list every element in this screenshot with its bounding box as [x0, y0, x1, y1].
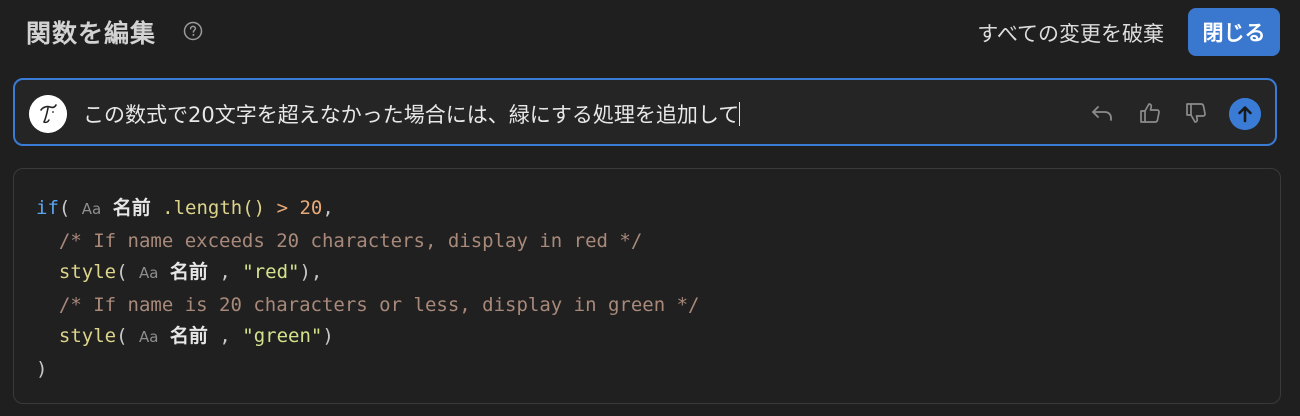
comma: ,: [219, 261, 231, 283]
page-title: 関数を編集: [26, 19, 157, 48]
string-literal: "red": [242, 261, 300, 283]
comment: /* If name exceeds 20 characters, displa…: [58, 229, 643, 252]
close-button[interactable]: 閉じる: [1188, 8, 1280, 56]
discard-all-changes-button[interactable]: すべての変更を破棄: [977, 18, 1164, 48]
paren-close: ),: [299, 261, 323, 283]
paren-open: (: [116, 261, 128, 283]
edit-function-panel: 関数を編集 すべての変更を破棄 閉じる この数式で20文字を超えなかった場合には…: [0, 0, 1300, 416]
header: 関数を編集 すべての変更を破棄 閉じる: [0, 0, 1300, 66]
thumbs-up-icon[interactable]: [1137, 100, 1163, 126]
text-caret: [739, 102, 741, 126]
paren-open: (: [116, 325, 128, 347]
text-property-icon: Aa: [139, 328, 159, 346]
paren-close: ): [322, 325, 334, 347]
code-line-3: style( Aa 名前 , "red"),: [36, 261, 322, 283]
property-token[interactable]: 名前: [170, 261, 208, 283]
paren-open: (: [58, 197, 71, 219]
question-circle-icon[interactable]: [183, 21, 203, 41]
code-line-4: /* If name is 20 characters or less, dis…: [36, 293, 700, 316]
prompt-text-value: この数式で20文字を超えなかった場合には、緑にする処理を追加して: [83, 103, 740, 127]
comment: /* If name is 20 characters or less, dis…: [58, 293, 700, 316]
user-avatar-icon: [29, 95, 67, 133]
code-editor[interactable]: if( Aa 名前 .length() > 20, /* If name exc…: [13, 168, 1281, 404]
comma: ,: [219, 325, 231, 347]
operator-gt: >: [276, 197, 289, 219]
thumbs-down-icon[interactable]: [1183, 100, 1209, 126]
formula-code[interactable]: if( Aa 名前 .length() > 20, /* If name exc…: [36, 193, 699, 385]
code-line-6: ): [36, 357, 48, 380]
undo-icon[interactable]: [1089, 100, 1115, 126]
code-line-1: if( Aa 名前 .length() > 20,: [36, 197, 334, 219]
code-line-5: style( Aa 名前 , "green"): [36, 325, 334, 347]
function-style: style: [58, 325, 117, 347]
keyword-if: if: [36, 197, 59, 219]
send-arrow-up-icon[interactable]: [1229, 98, 1261, 130]
ai-prompt-input[interactable]: この数式で20文字を超えなかった場合には、緑にする処理を追加して: [13, 78, 1277, 146]
comma: ,: [322, 197, 334, 219]
prompt-text[interactable]: この数式で20文字を超えなかった場合には、緑にする処理を追加して: [83, 99, 741, 129]
code-line-2: /* If name exceeds 20 characters, displa…: [36, 230, 642, 252]
text-property-icon: Aa: [139, 264, 159, 282]
property-token[interactable]: 名前: [113, 197, 151, 219]
number-literal: 20: [299, 197, 323, 219]
function-style: style: [58, 261, 117, 283]
text-property-icon: Aa: [81, 200, 102, 218]
property-token[interactable]: 名前: [170, 325, 208, 347]
string-literal: "green": [242, 325, 323, 347]
method-length: .length(): [162, 197, 266, 219]
